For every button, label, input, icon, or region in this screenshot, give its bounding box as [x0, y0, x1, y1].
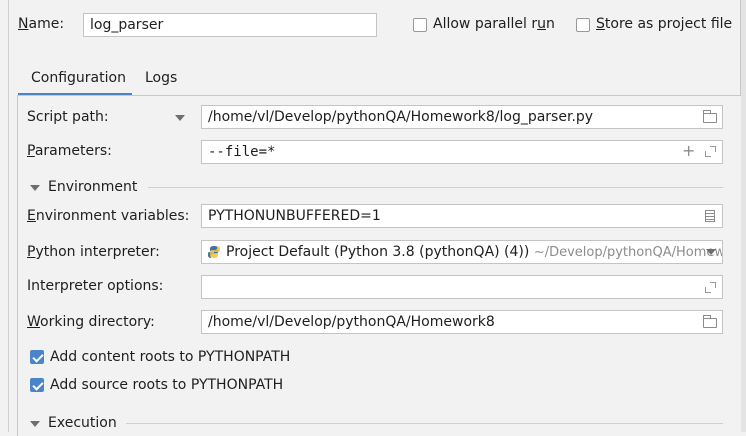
section-divider: [126, 423, 723, 424]
tab-logs[interactable]: Logs: [145, 68, 177, 88]
working-dir-value: /home/vl/Develop/pythonQA/Homework8: [208, 314, 495, 330]
store-project-checkbox[interactable]: [576, 18, 590, 32]
execution-section-title[interactable]: Execution: [48, 413, 117, 433]
store-project-label[interactable]: Store as project file: [596, 14, 732, 34]
interpreter-options-input[interactable]: [201, 275, 723, 299]
tab-configuration[interactable]: Configuration: [31, 68, 126, 88]
parameters-input[interactable]: --file=*: [201, 140, 723, 164]
env-vars-value: PYTHONUNBUFFERED=1: [208, 208, 381, 224]
expand-icon[interactable]: [705, 282, 716, 293]
chevron-down-icon[interactable]: [706, 249, 716, 255]
env-vars-input[interactable]: PYTHONUNBUFFERED=1: [201, 204, 723, 228]
interpreter-value: Project Default (Python 3.8 (pythonQA) (…: [226, 244, 530, 260]
folder-icon[interactable]: [703, 315, 717, 328]
working-dir-input[interactable]: /home/vl/Develop/pythonQA/Homework8: [201, 310, 723, 334]
working-dir-label: Working directory:: [27, 314, 155, 330]
execution-collapse-icon[interactable]: [30, 421, 40, 427]
folder-icon[interactable]: [703, 110, 717, 123]
python-icon: [208, 246, 220, 258]
script-path-value: /home/vl/Develop/pythonQA/Homework8/log_…: [208, 109, 594, 125]
section-divider: [148, 187, 723, 188]
document-icon[interactable]: [705, 210, 715, 222]
chevron-down-icon[interactable]: [175, 115, 185, 121]
add-content-roots-label[interactable]: Add content roots to PYTHONPATH: [50, 347, 290, 367]
allow-parallel-checkbox[interactable]: [413, 18, 427, 32]
add-source-roots-checkbox[interactable]: [30, 378, 44, 392]
expand-icon[interactable]: [705, 146, 716, 157]
allow-parallel-label[interactable]: Allow parallel run: [433, 14, 555, 34]
add-source-roots-label[interactable]: Add source roots to PYTHONPATH: [50, 375, 283, 395]
plus-icon[interactable]: +: [682, 141, 695, 161]
parameters-label: Parameters:: [27, 143, 112, 159]
interpreter-options-label: Interpreter options:: [27, 278, 164, 294]
interpreter-select[interactable]: Project Default (Python 3.8 (pythonQA) (…: [201, 240, 723, 264]
name-label: Name:: [18, 16, 65, 32]
interpreter-path: ~/Develop/pythonQA/Homew: [533, 245, 723, 260]
name-input[interactable]: log_parser: [83, 13, 377, 37]
parameters-value: --file=*: [208, 144, 276, 160]
env-vars-label: Environment variables:: [27, 208, 190, 224]
add-content-roots-checkbox[interactable]: [30, 350, 44, 364]
environment-collapse-icon[interactable]: [30, 185, 40, 191]
left-panel-edge: [0, 0, 9, 432]
interpreter-label: Python interpreter:: [27, 244, 160, 260]
script-path-input[interactable]: /home/vl/Develop/pythonQA/Homework8/log_…: [201, 105, 723, 129]
environment-section-title[interactable]: Environment: [48, 177, 137, 197]
script-path-label: Script path:: [27, 109, 109, 125]
